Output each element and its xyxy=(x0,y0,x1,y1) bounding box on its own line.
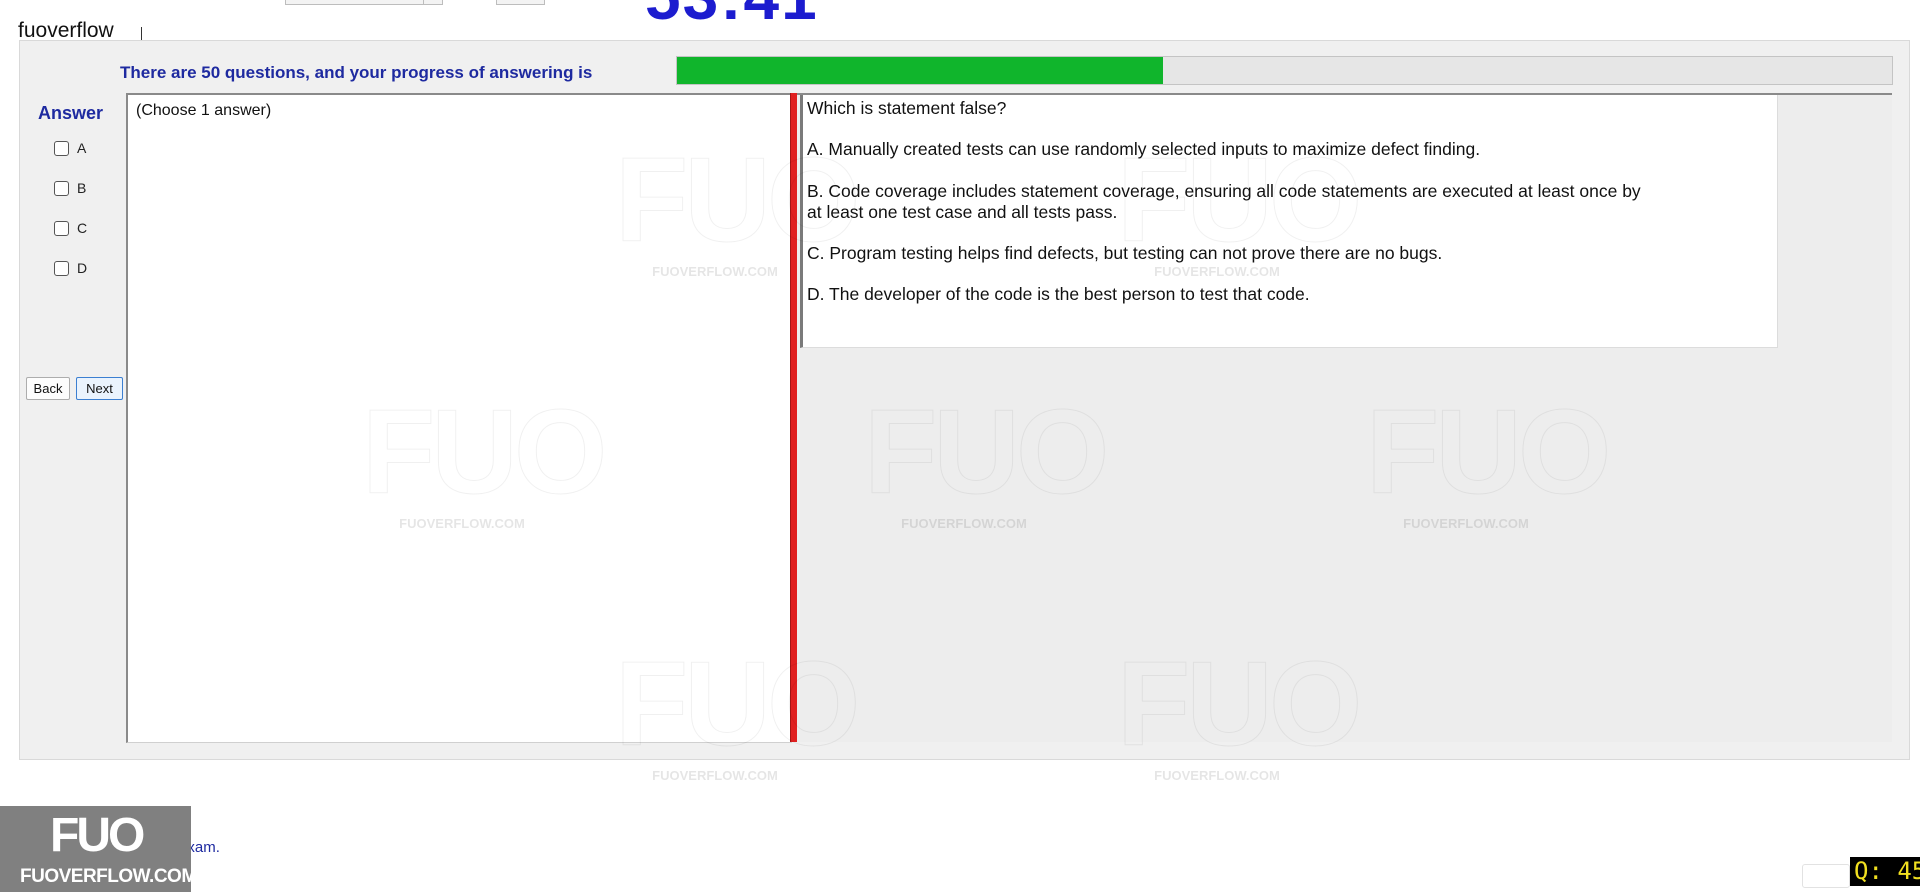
question-counter: Q: 45 xyxy=(1850,857,1920,886)
answer-textbox[interactable] xyxy=(126,93,792,743)
choice-b-text: B. Code coverage includes statement cove… xyxy=(807,181,1641,201)
top-dropdown[interactable] xyxy=(285,0,443,5)
option-b[interactable]: B xyxy=(54,178,86,198)
progress-bar-fill xyxy=(677,57,1163,84)
option-c[interactable]: C xyxy=(54,218,87,238)
option-a-label: A xyxy=(77,140,87,156)
option-b-label: B xyxy=(77,180,87,196)
logo-mark: FUO xyxy=(50,809,145,862)
checkbox-a[interactable] xyxy=(54,140,69,156)
question-box: Which is statement false? A. Manually cr… xyxy=(800,95,1778,348)
watermark-site: FUOVERFLOW.COM xyxy=(1154,768,1280,783)
choice-d-text: D. The developer of the code is the best… xyxy=(807,284,1310,304)
option-d-label: D xyxy=(77,260,88,276)
exam-timer: 53:41 xyxy=(645,0,819,34)
option-a[interactable]: A xyxy=(54,138,86,158)
checkbox-c[interactable] xyxy=(54,220,69,236)
back-button[interactable]: Back xyxy=(26,377,70,400)
choice-b-text-continued: at least one test case and all tests pas… xyxy=(807,202,1118,222)
option-d[interactable]: D xyxy=(54,258,87,278)
next-button[interactable]: Next xyxy=(76,377,123,400)
logo-text: FUOVERFLOW.COM xyxy=(20,866,197,887)
question-stem: Which is statement false? xyxy=(807,98,1007,118)
top-small-control[interactable] xyxy=(496,0,545,5)
checkbox-b[interactable] xyxy=(54,180,69,196)
answer-hint: (Choose 1 answer) xyxy=(136,102,272,119)
choice-a-text: A. Manually created tests can use random… xyxy=(807,139,1481,159)
checkbox-d[interactable] xyxy=(54,260,69,276)
watermark-site: FUOVERFLOW.COM xyxy=(652,768,778,783)
choice-c-text: C. Program testing helps find defects, b… xyxy=(807,243,1443,263)
bottom-small-field[interactable] xyxy=(1802,864,1850,888)
answer-heading: Answer xyxy=(38,103,104,123)
progress-bar xyxy=(676,56,1893,85)
progress-label: There are 50 questions, and your progres… xyxy=(120,63,593,82)
option-c-label: C xyxy=(77,220,88,236)
fuoverflow-logo: FUO FUOVERFLOW.COM xyxy=(0,806,197,892)
